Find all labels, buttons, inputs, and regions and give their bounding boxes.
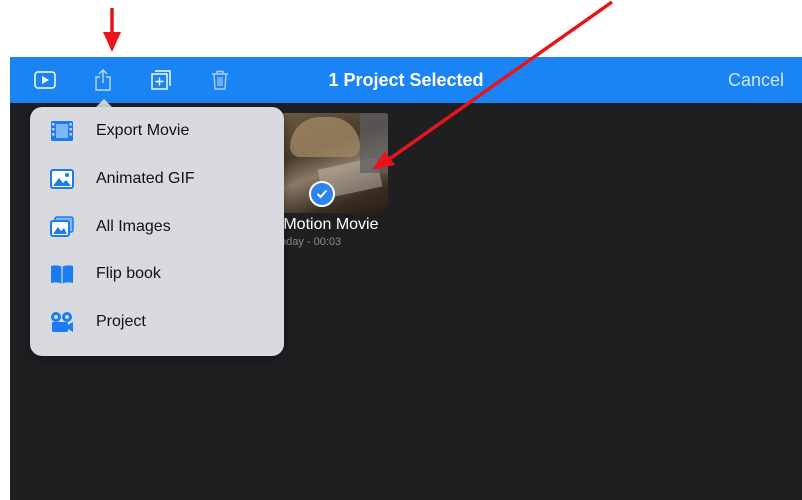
annotation-arrow-thumbnail (372, 0, 614, 170)
annotation-arrows (103, 0, 614, 170)
annotation-arrow-share (103, 8, 121, 52)
